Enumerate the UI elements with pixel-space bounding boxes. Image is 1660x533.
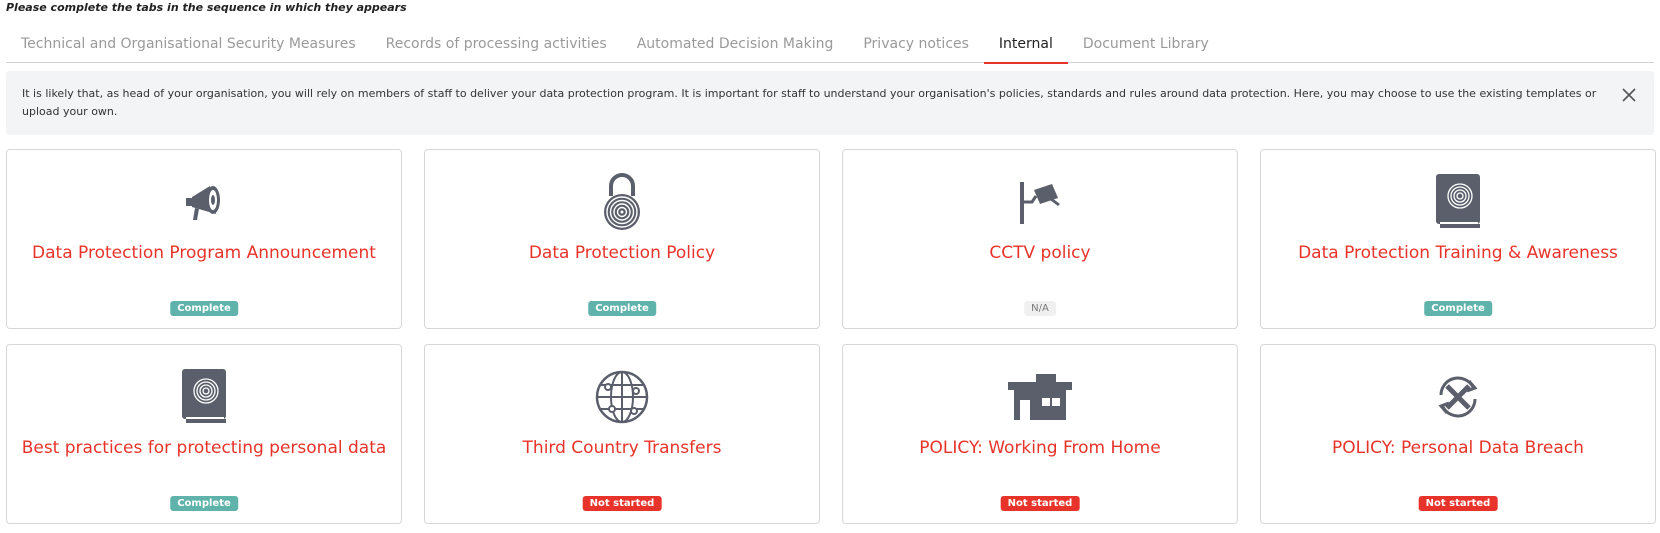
card-title: Best practices for protecting personal d…: [21, 438, 387, 458]
card-training-awareness[interactable]: Data Protection Training & Awareness Com…: [1260, 149, 1656, 329]
card-program-announcement[interactable]: Data Protection Program Announcement Com…: [6, 149, 402, 329]
card-cctv-policy[interactable]: CCTV policy N/A: [842, 149, 1238, 329]
status-badge: Complete: [170, 301, 238, 316]
card-personal-data-breach[interactable]: POLICY: Personal Data Breach Not started: [1260, 344, 1656, 524]
status-badge: Not started: [582, 496, 662, 511]
card-title: Third Country Transfers: [522, 438, 722, 458]
megaphone-icon: [172, 170, 236, 234]
card-title: Data Protection Program Announcement: [32, 243, 376, 263]
status-badge: N/A: [1024, 301, 1056, 316]
fingerprint-lock-icon: [590, 170, 654, 234]
tab-internal[interactable]: Internal: [983, 30, 1068, 64]
status-badge: Not started: [1000, 496, 1080, 511]
card-title: Data Protection Training & Awareness: [1298, 243, 1618, 263]
tab-bar: Technical and Organisational Security Me…: [6, 30, 1654, 64]
status-badge: Not started: [1418, 496, 1498, 511]
house-icon: [1008, 365, 1072, 429]
card-title: Data Protection Policy: [528, 243, 716, 263]
status-badge: Complete: [588, 301, 656, 316]
tab-technical-organisational-security[interactable]: Technical and Organisational Security Me…: [6, 30, 371, 63]
info-banner-text: It is likely that, as head of your organ…: [22, 87, 1597, 118]
globe-network-icon: [590, 365, 654, 429]
card-title: POLICY: Working From Home: [919, 438, 1161, 458]
fingerprint-book-icon: [1426, 170, 1490, 234]
status-badge: Complete: [170, 496, 238, 511]
tab-document-library[interactable]: Document Library: [1068, 30, 1224, 63]
tab-records-of-processing[interactable]: Records of processing activities: [371, 30, 622, 63]
tab-privacy-notices[interactable]: Privacy notices: [848, 30, 984, 63]
info-banner: It is likely that, as head of your organ…: [6, 71, 1654, 135]
instruction-text: Please complete the tabs in the sequence…: [6, 1, 407, 14]
status-badge: Complete: [1424, 301, 1492, 316]
fingerprint-book-icon: [172, 365, 236, 429]
cctv-camera-icon: [1008, 170, 1072, 234]
card-title: CCTV policy: [989, 243, 1091, 263]
card-third-country-transfers[interactable]: Third Country Transfers Not started: [424, 344, 820, 524]
card-title: POLICY: Personal Data Breach: [1332, 438, 1584, 458]
policy-card-grid: Data Protection Program Announcement Com…: [6, 149, 1656, 524]
card-best-practices[interactable]: Best practices for protecting personal d…: [6, 344, 402, 524]
card-data-protection-policy[interactable]: Data Protection Policy Complete: [424, 149, 820, 329]
close-icon[interactable]: [1620, 86, 1638, 104]
breach-cycle-icon: [1426, 365, 1490, 429]
card-working-from-home[interactable]: POLICY: Working From Home Not started: [842, 344, 1238, 524]
tab-automated-decision-making[interactable]: Automated Decision Making: [622, 30, 849, 63]
